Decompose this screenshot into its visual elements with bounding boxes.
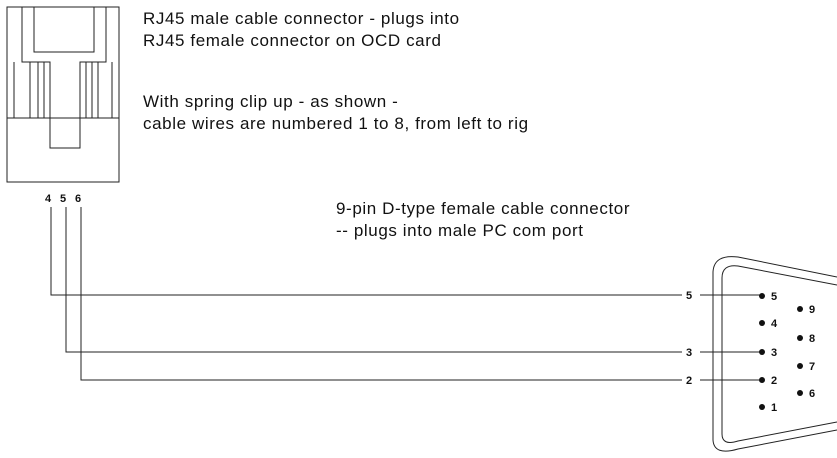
db9-pin-label-5: 5 bbox=[771, 291, 777, 303]
db9-pin-label-6: 6 bbox=[809, 388, 815, 400]
db9-pin-dot-6 bbox=[797, 390, 803, 396]
wiring-diagram: 4 5 6 RJ45 male cable connector - plugs … bbox=[6, 6, 837, 452]
db9-pin-label-3: 3 bbox=[771, 347, 777, 359]
db9-pin-dot-8 bbox=[797, 335, 803, 341]
wire-label-5: 5 bbox=[686, 290, 692, 302]
db9-pin-label-8: 8 bbox=[809, 333, 815, 345]
db9-title-line2: -- plugs into male PC com port bbox=[336, 221, 584, 240]
rj45-clip-inner bbox=[33, 7, 95, 53]
wire-label-3: 3 bbox=[686, 347, 692, 359]
db9-pin-dot-2 bbox=[759, 377, 765, 383]
db9-pin-label-1: 1 bbox=[771, 402, 777, 414]
db9-title-line1: 9-pin D-type female cable connector bbox=[336, 199, 630, 218]
db9-pin-dot-1 bbox=[759, 404, 765, 410]
rj45-spring-clip bbox=[21, 7, 107, 149]
db9-pin-label-4: 4 bbox=[771, 318, 778, 330]
db9-pin-dot-9 bbox=[797, 306, 803, 312]
rj45-title-line1: RJ45 male cable connector - plugs into bbox=[143, 9, 460, 28]
rj45-body bbox=[6, 6, 120, 183]
rj45-pin-label-4: 4 bbox=[45, 193, 52, 205]
rj45-note-line1: With spring clip up - as shown - bbox=[143, 92, 398, 111]
db9-pin-label-9: 9 bbox=[809, 304, 815, 316]
db9-pin-label-2: 2 bbox=[771, 375, 777, 387]
rj45-connector-drawing bbox=[6, 6, 120, 183]
rj45-pin-label-5: 5 bbox=[60, 193, 66, 205]
rj45-pin-label-6: 6 bbox=[75, 193, 81, 205]
rj45-note-line2: cable wires are numbered 1 to 8, from le… bbox=[143, 114, 529, 133]
wire-label-2: 2 bbox=[686, 375, 692, 387]
db9-pin-dot-5 bbox=[759, 293, 765, 299]
db9-shell-inner bbox=[721, 265, 837, 443]
db9-pin-dot-7 bbox=[797, 363, 803, 369]
db9-pin-dot-3 bbox=[759, 349, 765, 355]
rj45-title-line2: RJ45 female connector on OCD card bbox=[143, 31, 442, 50]
db9-pin-dot-4 bbox=[759, 320, 765, 326]
db9-pin-label-7: 7 bbox=[809, 361, 815, 373]
